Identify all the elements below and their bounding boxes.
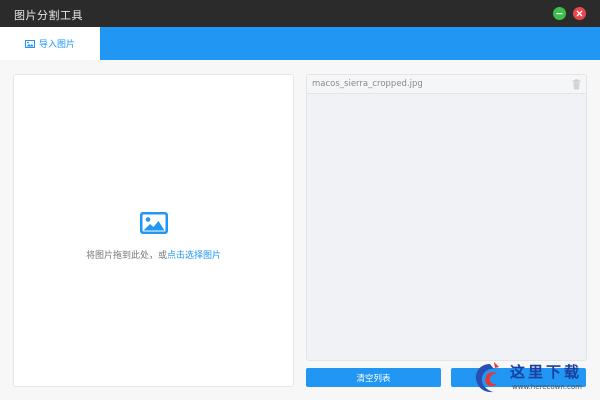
tab-bar: 导入图片 [0,27,600,60]
window-title: 图片分割工具 [14,9,83,22]
close-button[interactable] [573,7,586,20]
close-icon [576,10,583,17]
file-name: macos_sierra_cropped.jpg [312,79,423,89]
tab-import-image[interactable]: 导入图片 [0,27,100,60]
image-drop-zone[interactable]: 将图片拖到此处，或点击选择图片 [13,74,294,387]
select-image-link[interactable]: 点击选择图片 [167,251,221,261]
image-icon [140,212,168,234]
minimize-icon [556,13,563,15]
tab-label: 导入图片 [38,40,75,50]
drop-instruction: 将图片拖到此处，或 [85,251,167,261]
title-bar: 图片分割工具 [0,0,600,27]
file-list: macos_sierra_cropped.jpg [306,74,587,361]
image-icon [24,39,35,48]
watermark-text: 这里下载 [510,363,583,381]
main-content: 将图片拖到此处，或点击选择图片 macos_sierra_cropped.jpg… [0,60,600,400]
list-item[interactable]: macos_sierra_cropped.jpg [307,75,586,94]
minimize-button[interactable] [553,7,566,20]
trash-icon[interactable] [572,79,581,90]
site-logo-icon [475,362,499,393]
clear-list-button[interactable]: 清空列表 [306,368,441,387]
drop-zone-text: 将图片拖到此处，或点击选择图片 [14,248,293,261]
watermark-url: www.herecown.com [512,383,582,391]
site-watermark: 这里下载 www.herecown.com [470,358,596,398]
